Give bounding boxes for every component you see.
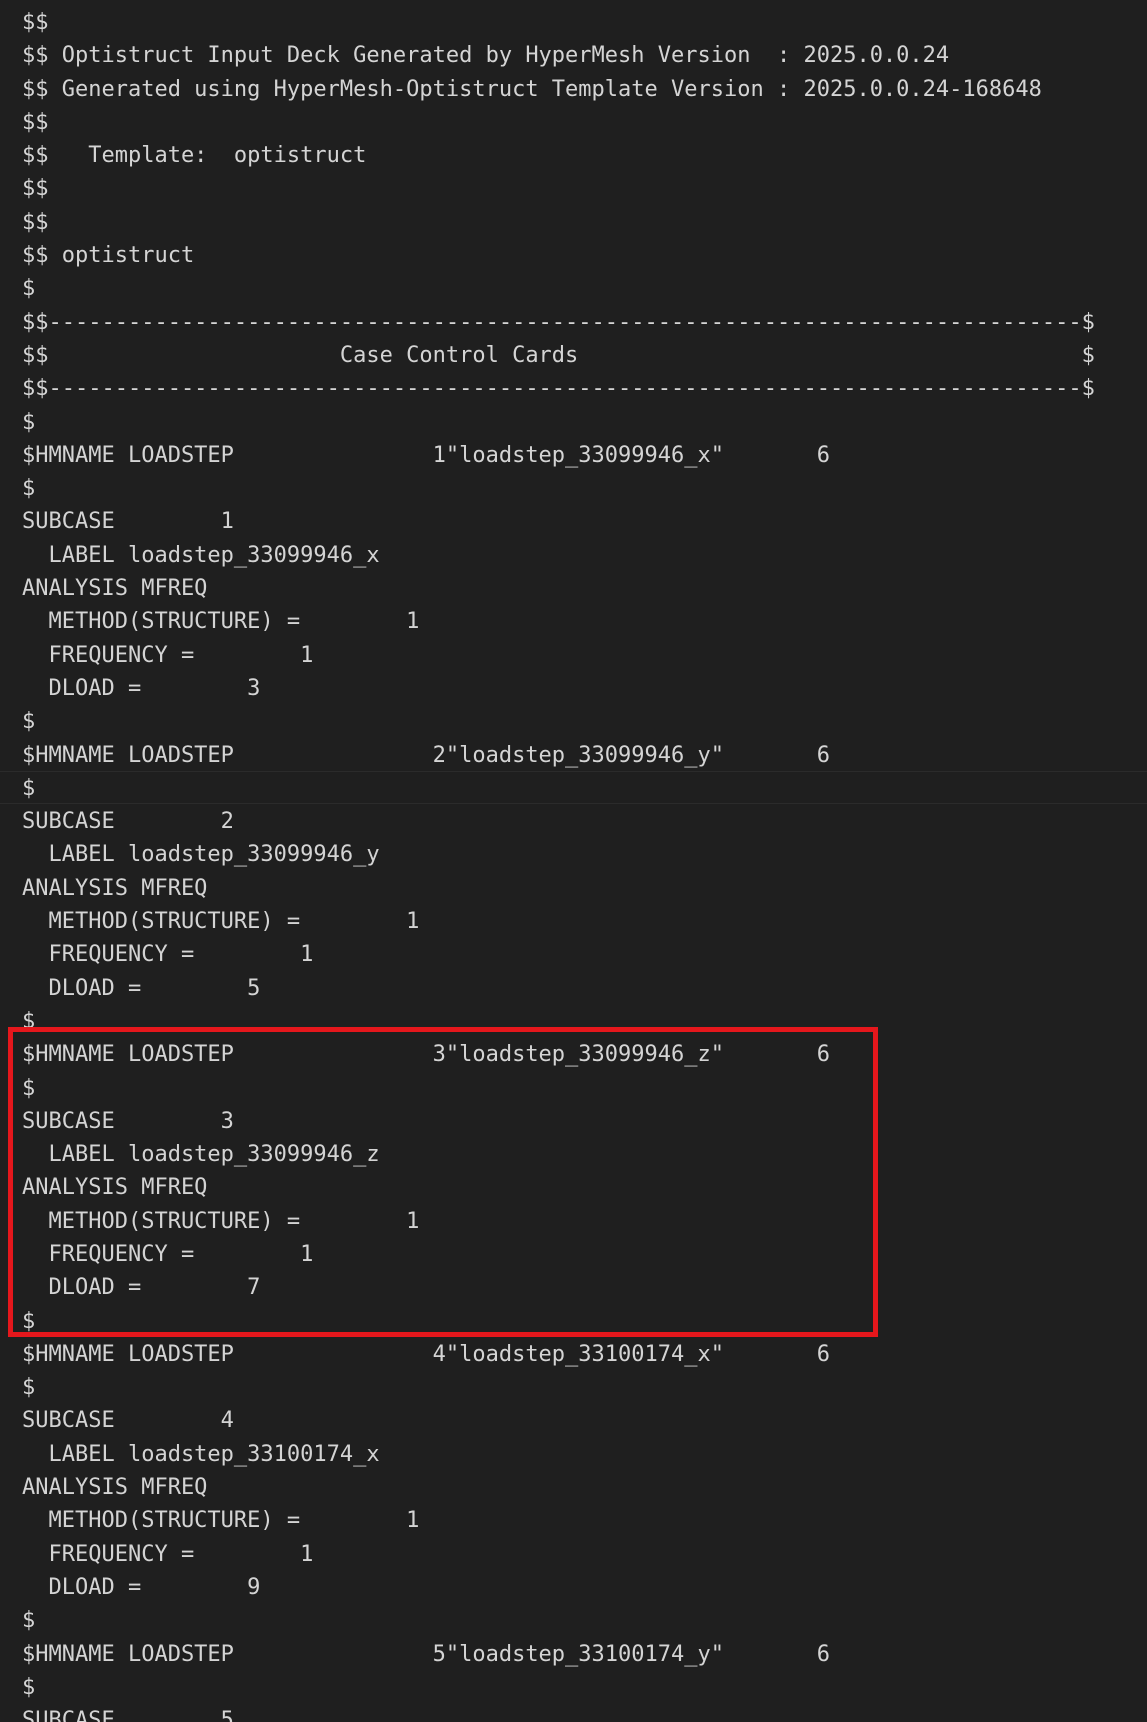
code-line[interactable]: $ bbox=[22, 705, 1095, 738]
code-line[interactable]: $$ optistruct bbox=[22, 239, 1095, 272]
code-line[interactable]: SUBCASE 2 bbox=[22, 805, 1095, 838]
code-line[interactable]: DLOAD = 3 bbox=[22, 672, 1095, 705]
code-line[interactable]: $HMNAME LOADSTEP 2"loadstep_33099946_y" … bbox=[22, 739, 1095, 772]
code-line[interactable]: LABEL loadstep_33099946_z bbox=[22, 1138, 1095, 1171]
code-line[interactable]: $$ Optistruct Input Deck Generated by Hy… bbox=[22, 39, 1095, 72]
code-editor[interactable]: $$ $$ Optistruct Input Deck Generated by … bbox=[0, 0, 1147, 1722]
code-line[interactable]: $HMNAME LOADSTEP 1"loadstep_33099946_x" … bbox=[22, 439, 1095, 472]
code-line[interactable]: ANALYSIS MFREQ bbox=[22, 572, 1095, 605]
code-line[interactable]: $$ Generated using HyperMesh-Optistruct … bbox=[22, 73, 1095, 106]
code-line[interactable]: METHOD(STRUCTURE) = 1 bbox=[22, 1504, 1095, 1537]
code-line[interactable]: $HMNAME LOADSTEP 4"loadstep_33100174_x" … bbox=[22, 1338, 1095, 1371]
code-line[interactable]: $ bbox=[22, 1072, 1095, 1105]
code-line[interactable]: $$--------------------------------------… bbox=[22, 306, 1095, 339]
code-line[interactable]: $HMNAME LOADSTEP 5"loadstep_33100174_y" … bbox=[22, 1638, 1095, 1671]
code-line[interactable]: $HMNAME LOADSTEP 3"loadstep_33099946_z" … bbox=[22, 1038, 1095, 1071]
code-line[interactable]: $$--------------------------------------… bbox=[22, 372, 1095, 405]
code-line[interactable]: $$ bbox=[22, 106, 1095, 139]
code-line[interactable]: $$ bbox=[22, 206, 1095, 239]
code-line[interactable]: LABEL loadstep_33100174_x bbox=[22, 1438, 1095, 1471]
code-line[interactable]: $$ Case Control Cards $ bbox=[22, 339, 1095, 372]
code-line[interactable]: SUBCASE 3 bbox=[22, 1105, 1095, 1138]
code-line[interactable]: SUBCASE 4 bbox=[22, 1404, 1095, 1437]
code-line[interactable]: DLOAD = 9 bbox=[22, 1571, 1095, 1604]
code-line[interactable]: ANALYSIS MFREQ bbox=[22, 872, 1095, 905]
code-line[interactable]: LABEL loadstep_33099946_y bbox=[22, 838, 1095, 871]
code-line[interactable]: $ bbox=[22, 406, 1095, 439]
code-line[interactable]: ANALYSIS MFREQ bbox=[22, 1471, 1095, 1504]
code-line[interactable]: $ bbox=[22, 472, 1095, 505]
code-line[interactable]: $$ bbox=[22, 6, 1095, 39]
code-line[interactable]: $ bbox=[22, 1604, 1095, 1637]
code-line[interactable]: LABEL loadstep_33099946_x bbox=[22, 539, 1095, 572]
code-line[interactable]: DLOAD = 5 bbox=[22, 972, 1095, 1005]
code-line[interactable]: ANALYSIS MFREQ bbox=[22, 1171, 1095, 1204]
code-line[interactable]: FREQUENCY = 1 bbox=[22, 1238, 1095, 1271]
code-line[interactable]: $ bbox=[22, 1305, 1095, 1338]
code-line[interactable]: METHOD(STRUCTURE) = 1 bbox=[22, 605, 1095, 638]
code-line[interactable]: $$ bbox=[22, 172, 1095, 205]
code-line[interactable]: $ bbox=[22, 272, 1095, 305]
code-line[interactable]: $ bbox=[22, 1371, 1095, 1404]
code-line[interactable]: $ bbox=[22, 772, 1095, 805]
code-line[interactable]: FREQUENCY = 1 bbox=[22, 639, 1095, 672]
code-lines[interactable]: $$ $$ Optistruct Input Deck Generated by … bbox=[22, 6, 1095, 1722]
code-line[interactable]: FREQUENCY = 1 bbox=[22, 1538, 1095, 1571]
code-line[interactable]: METHOD(STRUCTURE) = 1 bbox=[22, 905, 1095, 938]
code-line[interactable]: FREQUENCY = 1 bbox=[22, 938, 1095, 971]
code-line[interactable]: $$ Template: optistruct bbox=[22, 139, 1095, 172]
code-line[interactable]: $ bbox=[22, 1005, 1095, 1038]
code-line[interactable]: METHOD(STRUCTURE) = 1 bbox=[22, 1205, 1095, 1238]
code-line[interactable]: SUBCASE 1 bbox=[22, 505, 1095, 538]
code-line[interactable]: $ bbox=[22, 1671, 1095, 1704]
code-line[interactable]: DLOAD = 7 bbox=[22, 1271, 1095, 1304]
code-line[interactable]: SUBCASE 5 bbox=[22, 1704, 1095, 1722]
